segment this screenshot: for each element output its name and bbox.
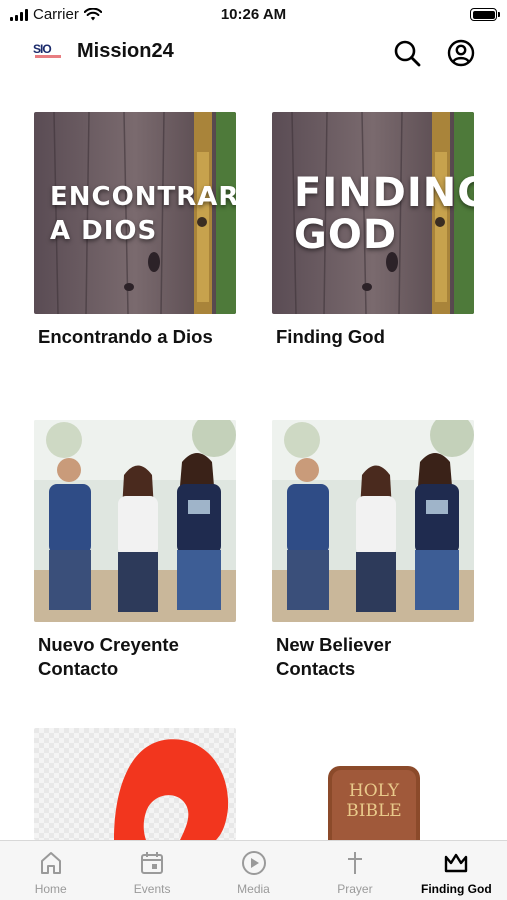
cross-icon: [347, 852, 362, 874]
people-image: [34, 420, 236, 622]
tab-label: Finding God: [421, 882, 492, 896]
overlay-title: ENCONTRAR A DIOS: [50, 182, 236, 246]
people-image: [272, 420, 474, 622]
card-encontrando-a-dios[interactable]: ENCONTRAR A DIOS Encontrando a Dios: [34, 112, 236, 349]
card-title: Finding God: [276, 326, 385, 347]
logo-text: SIO: [33, 42, 52, 56]
door-image: ENCONTRAR A DIOS: [34, 112, 236, 314]
tab-label: Media: [237, 882, 270, 896]
card-red-logo[interactable]: [34, 728, 236, 840]
card-title: New Believer Contacts: [276, 634, 392, 679]
card-title: Nuevo Creyente Contacto: [38, 634, 179, 679]
user-circle-icon: [447, 39, 475, 67]
card-title: Encontrando a Dios: [38, 326, 213, 347]
tab-media[interactable]: Media: [203, 841, 304, 900]
overlay-title: FINDING GOD: [294, 170, 474, 258]
profile-button[interactable]: [446, 38, 476, 68]
bible-holy-text: HOLY: [349, 781, 400, 801]
card-nuevo-creyente-contacto[interactable]: Nuevo Creyente Contacto: [34, 420, 236, 681]
calendar-icon: [141, 852, 164, 874]
app-header: SIO Mission24: [0, 34, 507, 74]
tab-finding-god[interactable]: Finding God: [406, 841, 507, 900]
search-button[interactable]: [392, 38, 422, 68]
tab-prayer[interactable]: Prayer: [304, 841, 405, 900]
tab-home[interactable]: Home: [0, 841, 101, 900]
tab-events[interactable]: Events: [101, 841, 202, 900]
card-finding-god[interactable]: FINDING GOD Finding God: [272, 112, 474, 349]
card-holy-bible[interactable]: HOLY BIBLE: [272, 728, 474, 840]
tab-label: Events: [133, 882, 171, 896]
card-new-believer-contacts[interactable]: New Believer Contacts: [272, 420, 474, 681]
app-title: Mission24: [77, 40, 174, 62]
play-icon: [241, 851, 266, 875]
search-icon: [394, 40, 421, 67]
door-image: FINDING GOD: [272, 112, 474, 314]
red-shape-image: [34, 728, 236, 840]
tab-label: Prayer: [337, 882, 373, 896]
bible-bible-text: BIBLE: [346, 801, 401, 821]
tab-bar: Home Events Media Prayer Finding God: [0, 840, 507, 900]
tab-label: Home: [34, 882, 67, 896]
bible-image: HOLY BIBLE: [272, 728, 474, 840]
status-time: 10:26 AM: [220, 6, 287, 23]
status-bar: Carrier 10:26 AM: [0, 0, 507, 30]
battery-icon: [470, 8, 500, 21]
app-logo: SIO: [33, 42, 61, 62]
crown-icon: [445, 853, 468, 873]
home-icon: [40, 852, 61, 874]
